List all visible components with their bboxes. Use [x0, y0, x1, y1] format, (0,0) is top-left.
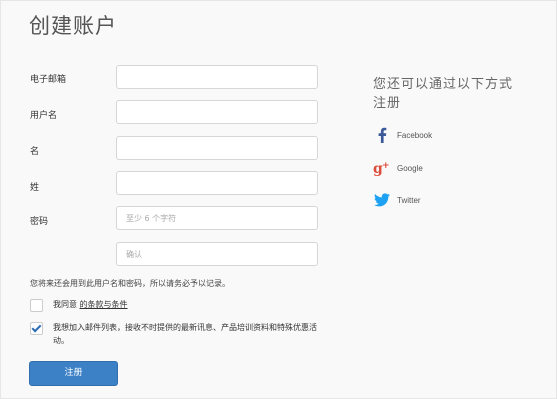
username-field[interactable] [116, 100, 318, 124]
password-note: 您将来还会用到此用户名和密码，所以请务必予以记录。 [30, 279, 230, 288]
agree-checkbox[interactable] [30, 299, 43, 312]
password-label: 密码 [30, 217, 49, 227]
terms-link[interactable]: 的条款与条件 [80, 300, 128, 309]
svg-text:+: + [382, 161, 390, 171]
newsletter-text: 我想加入邮件列表，接收不时提供的最新讯息、产品培训资料和特殊优惠活动。 [53, 323, 317, 345]
twitter-label: Twitter [397, 195, 421, 205]
newsletter-checkbox[interactable] [30, 322, 43, 335]
first-name-field[interactable] [116, 136, 318, 160]
first-name-label: 名 [30, 147, 40, 157]
last-name-label: 姓 [30, 183, 40, 193]
confirm-password-field[interactable] [116, 242, 318, 266]
email-label: 电子邮箱 [30, 75, 67, 85]
twitter-signup-link[interactable]: Twitter [373, 191, 421, 209]
google-signup-link[interactable]: g + Google [373, 159, 423, 177]
last-name-field[interactable] [116, 171, 318, 195]
facebook-signup-link[interactable]: Facebook [373, 126, 432, 144]
register-button[interactable]: 注册 [29, 361, 118, 386]
facebook-label: Facebook [397, 130, 433, 140]
password-field[interactable] [116, 206, 318, 230]
page-title: 创建账户 [29, 14, 117, 38]
google-label: Google [397, 163, 423, 173]
agree-label: 我同意 [53, 300, 77, 309]
username-label: 用户名 [30, 111, 58, 121]
email-field[interactable] [116, 65, 318, 89]
agree-text: 我同意 的条款与条件 [53, 298, 128, 311]
alt-signup-title: 您还可以通过以下方式注册 [373, 77, 514, 111]
facebook-icon [373, 126, 391, 144]
google-plus-icon: g + [373, 159, 391, 177]
twitter-icon [373, 191, 391, 209]
